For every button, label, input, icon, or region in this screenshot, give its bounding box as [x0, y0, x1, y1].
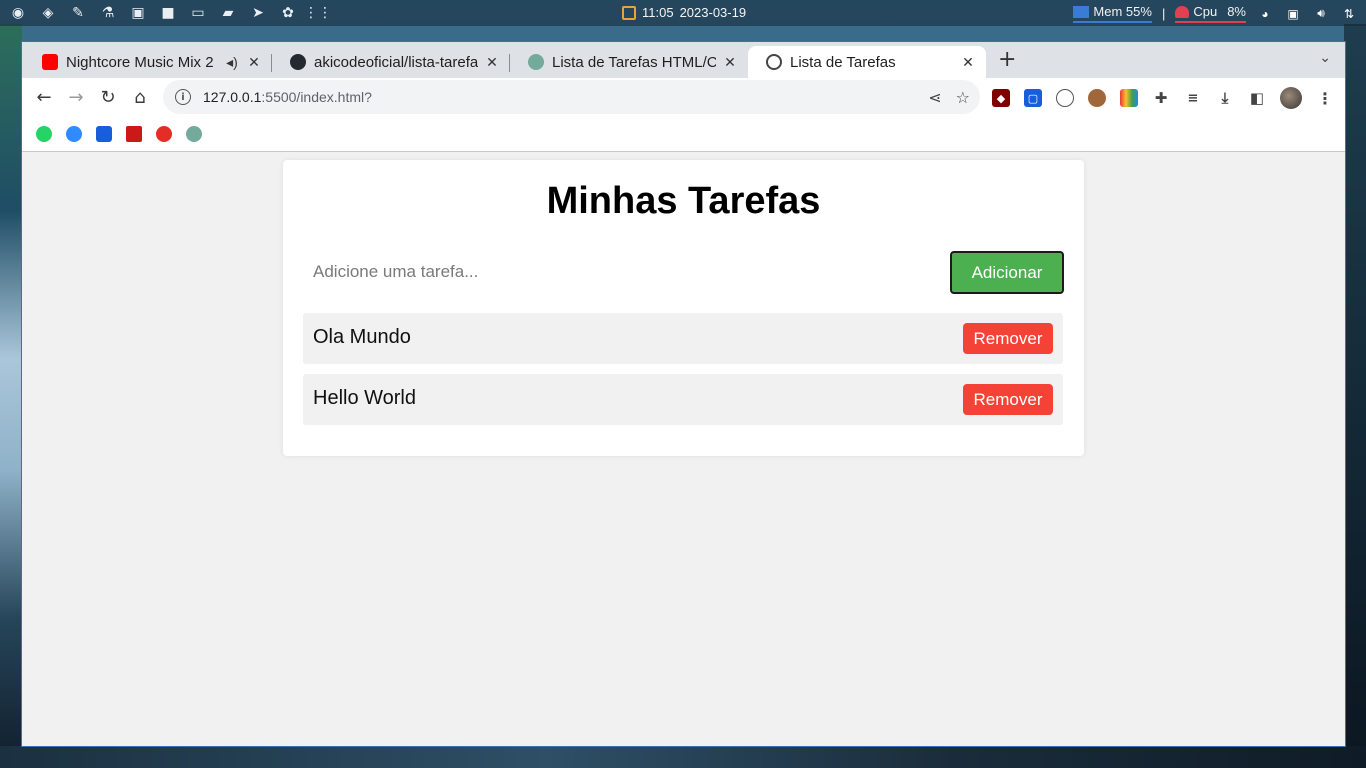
audio-icon[interactable]: ◂) [224, 54, 240, 71]
folder-icon[interactable]: ▰ [216, 3, 240, 23]
system-panel: ◉ ◈ ✎ ⚗ ▣ ■ ▭ ▰ ➤ ✿ ⋮⋮ 11:05 2023-03-19 … [0, 0, 1366, 26]
wallpaper-right [1344, 24, 1366, 768]
video-camera-icon[interactable]: ■ [156, 3, 180, 23]
site-info-icon[interactable]: i [175, 89, 191, 105]
cookie-icon[interactable] [1088, 89, 1106, 107]
calendar-icon [622, 5, 636, 20]
forward-icon[interactable]: → [65, 86, 87, 108]
tab-lista-de-tarefas[interactable]: Lista de Tarefas ✕ [748, 46, 986, 78]
telegram-icon[interactable]: ➤ [246, 3, 270, 23]
chatgpt-icon [528, 54, 544, 70]
bitwarden-icon[interactable]: ▢ [1024, 89, 1042, 107]
clock[interactable]: 11:05 2023-03-19 [622, 5, 746, 20]
screenshot-icon[interactable]: ▣ [1284, 6, 1302, 22]
cloud-bookmark-icon[interactable] [66, 125, 82, 142]
ublock-icon[interactable]: ◆ [992, 89, 1010, 107]
tab-bar: Nightcore Music Mix 2 ◂) ✕ akicodeoficia… [22, 42, 1345, 78]
cpu-label: Cpu [1193, 4, 1218, 19]
launcher-icons: ◉ ◈ ✎ ⚗ ▣ ■ ▭ ▰ ➤ ✿ ⋮⋮ [6, 3, 332, 23]
tab-search-chevron-icon[interactable]: ⌄ [1319, 50, 1331, 66]
tab-youtube[interactable]: Nightcore Music Mix 2 ◂) ✕ [24, 46, 272, 78]
tab-chatgpt[interactable]: Lista de Tarefas HTML/CS ✕ [510, 46, 748, 78]
url-path: :5500/index.html? [261, 89, 372, 105]
todo-card: Minhas Tarefas Adicionar Ola Mundo Remov… [283, 160, 1084, 456]
cube-icon[interactable]: ◈ [36, 3, 60, 23]
browser-window: Nightcore Music Mix 2 ◂) ✕ akicodeoficia… [21, 41, 1346, 747]
youtube-icon [42, 54, 58, 70]
task-item: Ola Mundo Remover [303, 313, 1063, 364]
whatsapp-icon[interactable] [36, 125, 52, 142]
tab-title: akicodeoficial/lista-tarefa [314, 53, 478, 71]
url-host: 127.0.0.1 [203, 89, 262, 105]
app-grid-icon[interactable]: ⋮⋮ [304, 3, 332, 23]
tab-title: Lista de Tarefas HTML/CS [552, 53, 716, 71]
remove-task-button[interactable]: Remover [963, 323, 1053, 354]
remove-task-button[interactable]: Remover [963, 384, 1053, 415]
youtube-music-icon[interactable] [156, 125, 172, 142]
app-menu-icon[interactable]: ◉ [6, 3, 30, 23]
cloud-icon[interactable] [1056, 89, 1074, 107]
close-icon[interactable]: ✕ [960, 54, 976, 71]
cpu-value: 8% [1227, 4, 1246, 19]
omnibox-actions: ⋖ ☆ [928, 88, 970, 107]
task-input[interactable] [303, 251, 943, 293]
task-text: Hello World [313, 387, 416, 409]
close-icon[interactable]: ✕ [246, 54, 262, 71]
network-icon[interactable]: ⇅ [1340, 6, 1358, 22]
share-icon[interactable]: ⋖ [928, 88, 941, 107]
url-text[interactable]: 127.0.0.1:5500/index.html? [203, 89, 372, 105]
cpu-monitor[interactable]: Cpu 8% [1175, 4, 1246, 23]
globe-icon [766, 54, 782, 70]
cpu-gauge-icon [1175, 5, 1190, 18]
wallpaper-bottom [0, 746, 1366, 768]
close-icon[interactable]: ✕ [484, 54, 500, 71]
add-task-button[interactable]: Adicionar [950, 251, 1064, 294]
side-panel-icon[interactable]: ◧ [1248, 89, 1266, 107]
new-tab-button[interactable]: + [998, 49, 1016, 71]
page-viewport: Minhas Tarefas Adicionar Ola Mundo Remov… [22, 153, 1345, 746]
browser-menu-icon[interactable]: ⋮ [1316, 89, 1334, 108]
extensions-bar: ◆ ▢ ✚ ≡ ⤓ ◧ ⋮ [992, 87, 1334, 109]
back-icon[interactable]: ← [33, 86, 55, 108]
clock-date: 2023-03-19 [679, 5, 747, 20]
discord-icon[interactable]: ◕ [1256, 6, 1274, 22]
close-icon[interactable]: ✕ [722, 54, 738, 71]
paw-icon[interactable]: ✿ [276, 3, 300, 23]
volume-icon[interactable]: 🔊︎ [1312, 6, 1330, 22]
bookmarks-bar [22, 116, 1345, 152]
media-queue-icon[interactable]: ≡ [1184, 89, 1202, 107]
profile-avatar[interactable] [1280, 87, 1302, 109]
download-icon[interactable]: ⤓ [1216, 89, 1234, 107]
color-extension-icon[interactable] [1120, 89, 1138, 107]
npm-icon[interactable] [126, 125, 142, 142]
task-item: Hello World Remover [303, 374, 1063, 425]
page-title: Minhas Tarefas [546, 180, 821, 222]
browser-toolbar: ← → ↻ ⌂ i 127.0.0.1:5500/index.html? ⋖ ☆… [22, 78, 1345, 116]
tab-title: Nightcore Music Mix 2 [66, 53, 214, 71]
memory-monitor[interactable]: Mem 55% [1073, 4, 1152, 23]
color-picker-icon[interactable]: ✎ [66, 3, 90, 23]
flask-icon[interactable]: ⚗ [96, 3, 120, 23]
image-icon[interactable]: ▣ [126, 3, 150, 23]
bookmark-star-icon[interactable]: ☆ [956, 88, 970, 107]
monitor-separator: | [1161, 6, 1166, 21]
home-icon[interactable]: ⌂ [129, 86, 151, 108]
github-icon [290, 54, 306, 70]
extensions-puzzle-icon[interactable]: ✚ [1152, 89, 1170, 107]
clock-time: 11:05 [642, 5, 674, 20]
address-bar[interactable]: i 127.0.0.1:5500/index.html? ⋖ ☆ [163, 80, 980, 114]
wallpaper-left [0, 24, 22, 768]
laptop-icon[interactable]: ▭ [186, 3, 210, 23]
memory-label: Mem 55% [1093, 4, 1152, 19]
system-tray: Mem 55% | Cpu 8% ◕ ▣ 🔊︎ ⇅ [1073, 4, 1358, 23]
tab-title: Lista de Tarefas [790, 53, 896, 71]
chatgpt-bookmark-icon[interactable] [186, 125, 202, 142]
bitwarden-bookmark-icon[interactable] [96, 125, 112, 142]
task-text: Ola Mundo [313, 326, 411, 348]
memory-icon [1073, 5, 1090, 18]
tab-github[interactable]: akicodeoficial/lista-tarefa ✕ [272, 46, 510, 78]
reload-icon[interactable]: ↻ [97, 86, 119, 108]
